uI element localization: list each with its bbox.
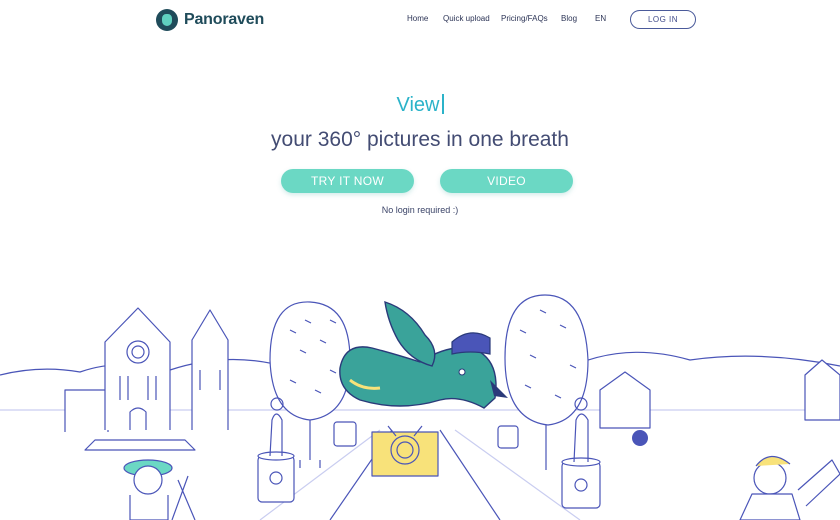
- nav-home-link[interactable]: Home: [407, 14, 428, 23]
- right-house-illustration: [599, 371, 651, 429]
- nav-quick-upload-link[interactable]: Quick upload: [443, 14, 490, 23]
- try-it-now-button[interactable]: TRY IT NOW: [281, 169, 414, 193]
- login-button[interactable]: LOG IN: [630, 10, 696, 29]
- brand-name: Panoraven: [184, 11, 265, 28]
- right-character-illustration: [739, 455, 840, 520]
- church-illustration: [64, 307, 229, 451]
- panoraven-sign-illustration: [371, 425, 439, 477]
- painter-character-illustration: [123, 459, 196, 520]
- typed-headline: View: [0, 94, 840, 117]
- nav-pricing-faqs-link[interactable]: Pricing/FAQs: [501, 14, 548, 23]
- left-statue-illustration: [257, 397, 295, 503]
- hero-tagline: your 360° pictures in one breath: [271, 128, 569, 151]
- video-button[interactable]: VIDEO: [440, 169, 573, 193]
- raven-logo-icon: [156, 9, 178, 31]
- no-login-note: No login required :): [381, 205, 459, 215]
- raven-mascot-illustration: [339, 300, 508, 409]
- top-navigation: Panoraven Home Quick upload Pricing/FAQs…: [0, 0, 840, 40]
- typed-word: View: [396, 94, 440, 116]
- text-cursor: [441, 94, 444, 114]
- brand-logo[interactable]: Panoraven: [156, 9, 264, 31]
- hero-illustration: [0, 294, 840, 520]
- nav-blog-link[interactable]: Blog: [561, 14, 577, 23]
- language-selector[interactable]: EN: [595, 14, 606, 23]
